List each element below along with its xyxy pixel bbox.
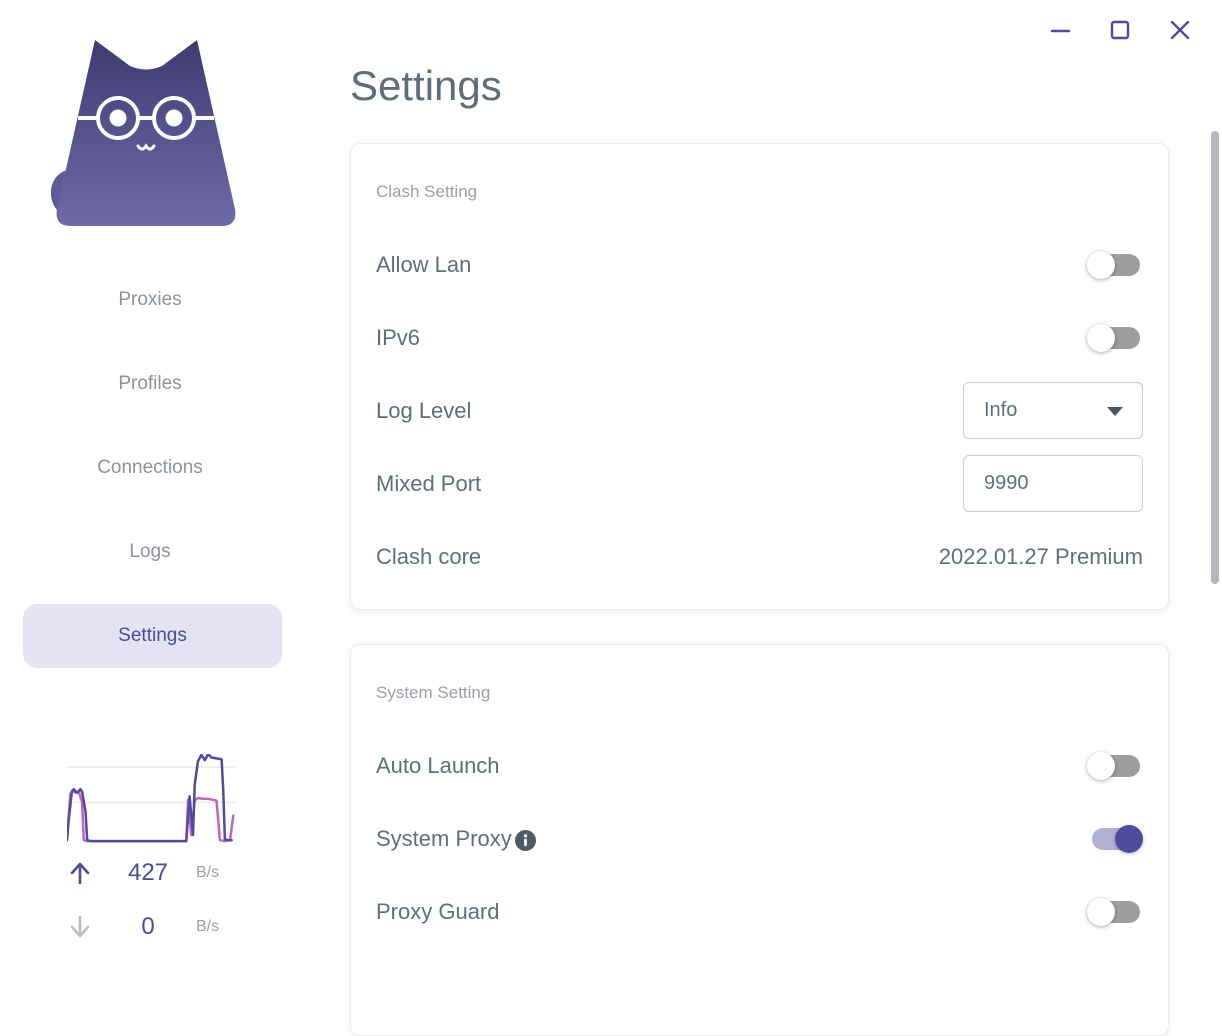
- minimize-icon: [1050, 29, 1071, 33]
- setting-label: Allow Lan: [376, 251, 472, 277]
- setting-row-ipv6: IPv6: [376, 301, 1143, 374]
- sidebar-item-profiles[interactable]: Profiles: [0, 367, 300, 401]
- download-speed-unit: B/s: [196, 918, 220, 935]
- setting-row-log-level: Log Level Info: [376, 374, 1143, 447]
- download-arrow-icon: [60, 914, 100, 940]
- setting-row-proxy-guard: Proxy Guard: [376, 875, 1143, 948]
- sidebar-item-settings[interactable]: Settings: [23, 604, 282, 668]
- right-eye: [165, 109, 183, 127]
- sidebar-item-logs[interactable]: Logs: [0, 535, 300, 569]
- selected-value: Info: [984, 399, 1018, 421]
- upload-speed-value: 427: [127, 859, 169, 886]
- cat-body: [56, 40, 236, 226]
- download-speed-value: 0: [141, 913, 155, 940]
- allow-lan-toggle[interactable]: [1087, 250, 1143, 280]
- mixed-port-input[interactable]: [963, 455, 1143, 512]
- maximize-button[interactable]: [1108, 18, 1132, 42]
- sidebar-item-connections[interactable]: Connections: [0, 451, 300, 485]
- left-eye: [109, 109, 127, 127]
- upload-speed-unit: B/s: [196, 864, 220, 881]
- system-setting-card: System Setting Auto Launch System Proxy Pr…: [350, 644, 1169, 1036]
- download-line: [67, 789, 235, 843]
- download-speed-row: 0 B/s: [60, 912, 238, 942]
- scrollbar-thumb[interactable]: [1211, 131, 1219, 584]
- setting-label: Clash core: [376, 543, 482, 569]
- close-icon: [1170, 20, 1190, 40]
- upload-arrow-icon: [60, 860, 100, 886]
- clash-cat-logo: [50, 40, 236, 226]
- section-header: Clash Setting: [376, 182, 478, 201]
- section-header: System Setting: [376, 683, 491, 702]
- auto-launch-toggle[interactable]: [1087, 751, 1143, 781]
- maximize-icon: [1110, 20, 1130, 40]
- upload-speed-row: 427 B/s: [60, 858, 238, 888]
- clash-core-value: 2022.01.27 Premium: [938, 543, 1143, 569]
- setting-label: IPv6: [376, 324, 421, 350]
- sidebar: Proxies Profiles Connections Logs Settings 4…: [0, 0, 300, 956]
- log-level-select[interactable]: Info: [963, 382, 1143, 439]
- setting-row-clash-core: Clash core 2022.01.27 Premium: [376, 520, 1143, 593]
- ipv6-toggle[interactable]: [1087, 323, 1143, 353]
- sidebar-item-proxies[interactable]: Proxies: [0, 283, 300, 317]
- setting-row-system-proxy: System Proxy: [376, 802, 1143, 875]
- minimize-button[interactable]: [1048, 18, 1072, 42]
- system-proxy-toggle[interactable]: [1087, 824, 1143, 854]
- setting-label: Proxy Guard: [376, 898, 500, 924]
- info-icon[interactable]: [514, 829, 536, 851]
- setting-label: Auto Launch: [376, 752, 500, 778]
- setting-label: System Proxy: [376, 825, 512, 851]
- close-button[interactable]: [1168, 18, 1192, 42]
- setting-row-allow-lan: Allow Lan: [376, 228, 1143, 301]
- dropdown-caret-icon: [1107, 406, 1123, 416]
- setting-row-auto-launch: Auto Launch: [376, 729, 1143, 802]
- proxy-guard-toggle[interactable]: [1087, 897, 1143, 927]
- clash-setting-card: Clash Setting Allow Lan IPv6 Log Level Info…: [350, 143, 1169, 610]
- setting-label: Log Level: [376, 397, 472, 423]
- setting-label: Mixed Port: [376, 470, 482, 496]
- setting-row-mixed-port: Mixed Port: [376, 447, 1143, 520]
- page-title: Settings: [350, 62, 502, 109]
- traffic-chart: [67, 754, 235, 843]
